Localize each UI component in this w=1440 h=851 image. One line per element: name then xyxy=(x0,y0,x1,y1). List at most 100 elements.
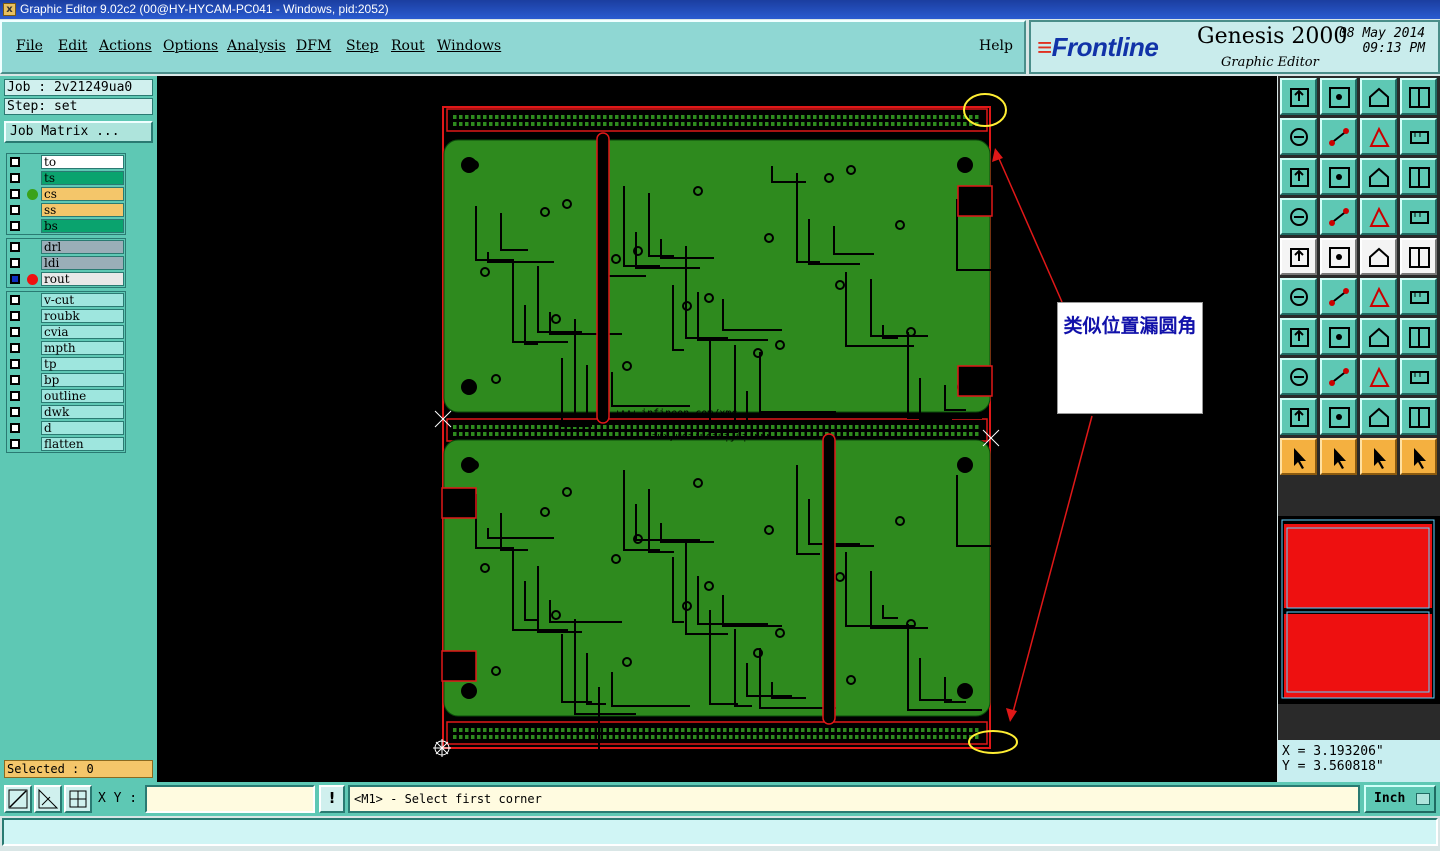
layer-row-flatten[interactable]: flatten xyxy=(7,436,125,452)
home-top-icon xyxy=(1290,88,1309,107)
pan-right-button[interactable] xyxy=(1320,118,1357,155)
menu-analysis[interactable]: Analysis xyxy=(227,38,286,54)
triangle-button[interactable] xyxy=(1280,398,1317,435)
window-split-button[interactable] xyxy=(1400,78,1437,115)
menu-step[interactable]: Step xyxy=(346,38,378,54)
measure-button[interactable] xyxy=(1360,358,1397,395)
layer-row-tp[interactable]: tp xyxy=(7,356,125,372)
cursor-coordinates: X = 3.193206" Y = 3.560818" xyxy=(1278,740,1440,782)
layer-checkbox[interactable] xyxy=(10,157,20,167)
grid-snap-button[interactable] xyxy=(64,785,92,813)
layer-checkbox[interactable] xyxy=(10,439,20,449)
layer-row-roubk[interactable]: roubk xyxy=(7,308,125,324)
zoom-box-button[interactable] xyxy=(4,785,32,813)
circle-pad-button[interactable] xyxy=(1400,238,1437,275)
layer-checkbox[interactable] xyxy=(10,391,20,401)
layer-checkbox[interactable] xyxy=(10,423,20,433)
layer-checkbox[interactable] xyxy=(10,343,20,353)
add-pad-button[interactable] xyxy=(1280,358,1317,395)
break-line-button[interactable] xyxy=(1320,358,1357,395)
layer-checkbox[interactable] xyxy=(10,274,20,284)
layer-checkbox[interactable] xyxy=(10,327,20,337)
layer-checkbox[interactable] xyxy=(10,205,20,215)
graphic-canvas[interactable]: www.infineon.com/xmc www.infineon.com/xmc… xyxy=(157,76,1277,782)
layer-checkbox[interactable] xyxy=(10,189,20,199)
measure-button[interactable] xyxy=(34,785,62,813)
layer-checkbox[interactable] xyxy=(10,407,20,417)
layer-checkbox[interactable] xyxy=(10,359,20,369)
pointer-box-button[interactable] xyxy=(1320,438,1357,475)
home-button[interactable] xyxy=(1360,78,1397,115)
job-matrix-button[interactable]: Job Matrix ... xyxy=(4,121,153,143)
pan-left-button[interactable] xyxy=(1280,118,1317,155)
layer-row-bp[interactable]: bp xyxy=(7,372,125,388)
xy-input[interactable] xyxy=(145,785,315,813)
pad-select-button[interactable] xyxy=(1360,198,1397,235)
group-button[interactable] xyxy=(1400,358,1437,395)
menu-help[interactable]: Help xyxy=(979,38,1013,54)
zoom-in-button[interactable] xyxy=(1280,158,1317,195)
units-selector[interactable]: Inch xyxy=(1364,785,1436,813)
pad-filter-button[interactable] xyxy=(1400,198,1437,235)
layer-row-bs[interactable]: bs xyxy=(7,218,125,234)
feature-button[interactable] xyxy=(1400,318,1437,355)
cycle-button[interactable] xyxy=(1400,118,1437,155)
triangle-c-button[interactable] xyxy=(1400,398,1437,435)
triangle-a-button[interactable] xyxy=(1320,398,1357,435)
notch-right-top xyxy=(957,185,993,217)
net-button[interactable] xyxy=(1280,278,1317,315)
step-button[interactable] xyxy=(1360,118,1397,155)
scale-1-2-button[interactable] xyxy=(1360,158,1397,195)
grid-button[interactable] xyxy=(1320,198,1357,235)
layer-row-rout[interactable]: rout xyxy=(7,271,125,287)
layer-row-drl[interactable]: drl xyxy=(7,239,125,255)
layer-row-mpth[interactable]: mpth xyxy=(7,340,125,356)
triangle-b-button[interactable] xyxy=(1360,398,1397,435)
layer-checkbox[interactable] xyxy=(10,242,20,252)
home-top-button[interactable] xyxy=(1280,78,1317,115)
layer-row-v-cut[interactable]: v-cut xyxy=(7,292,125,308)
angle-button[interactable] xyxy=(1280,318,1317,355)
layer-checkbox[interactable] xyxy=(10,258,20,268)
menu-options[interactable]: Options xyxy=(163,38,218,54)
layer-name: cs xyxy=(41,187,124,201)
layer-row-ss[interactable]: ss xyxy=(7,202,125,218)
arc-button[interactable] xyxy=(1360,318,1397,355)
menu-dfm[interactable]: DFM xyxy=(296,38,331,54)
layer-checkbox[interactable] xyxy=(10,173,20,183)
minimap[interactable] xyxy=(1278,516,1440,704)
slash-button[interactable] xyxy=(1320,318,1357,355)
menu-windows[interactable]: Windows xyxy=(437,38,501,54)
cross-button[interactable] xyxy=(1320,278,1357,315)
pointer-button[interactable] xyxy=(1280,438,1317,475)
layer-row-ldi[interactable]: ldi xyxy=(7,255,125,271)
layer-checkbox[interactable] xyxy=(10,295,20,305)
frontline-logo: ≡Frontline xyxy=(1037,32,1159,62)
menu-edit[interactable]: Edit xyxy=(58,38,87,54)
layer-row-dwk[interactable]: dwk xyxy=(7,404,125,420)
layer-row-d[interactable]: d xyxy=(7,420,125,436)
ruler-button[interactable] xyxy=(1360,238,1397,275)
menu-actions[interactable]: Actions xyxy=(99,38,152,54)
menu-rout[interactable]: Rout xyxy=(391,38,425,54)
layer-row-to[interactable]: to xyxy=(7,154,125,170)
menu-file[interactable]: File xyxy=(16,38,43,54)
pointer-zoom-button[interactable] xyxy=(1360,438,1397,475)
layer-row-cs[interactable]: cs xyxy=(7,186,125,202)
pad-button[interactable] xyxy=(1280,238,1317,275)
tools-button[interactable] xyxy=(1280,198,1317,235)
zoom-fit-button[interactable] xyxy=(1320,78,1357,115)
line-arrow-button[interactable] xyxy=(1400,278,1437,315)
route-button[interactable] xyxy=(1400,438,1437,475)
help-button[interactable] xyxy=(1400,158,1437,195)
zoom-out-button[interactable] xyxy=(1320,158,1357,195)
layer-checkbox[interactable] xyxy=(10,375,20,385)
layer-row-cvia[interactable]: cvia xyxy=(7,324,125,340)
layer-checkbox[interactable] xyxy=(10,311,20,321)
line-pad-button[interactable] xyxy=(1360,278,1397,315)
snap-button[interactable] xyxy=(1320,238,1357,275)
layer-checkbox[interactable] xyxy=(10,221,20,231)
alert-button[interactable]: ! xyxy=(319,785,345,813)
layer-row-ts[interactable]: ts xyxy=(7,170,125,186)
layer-row-outline[interactable]: outline xyxy=(7,388,125,404)
